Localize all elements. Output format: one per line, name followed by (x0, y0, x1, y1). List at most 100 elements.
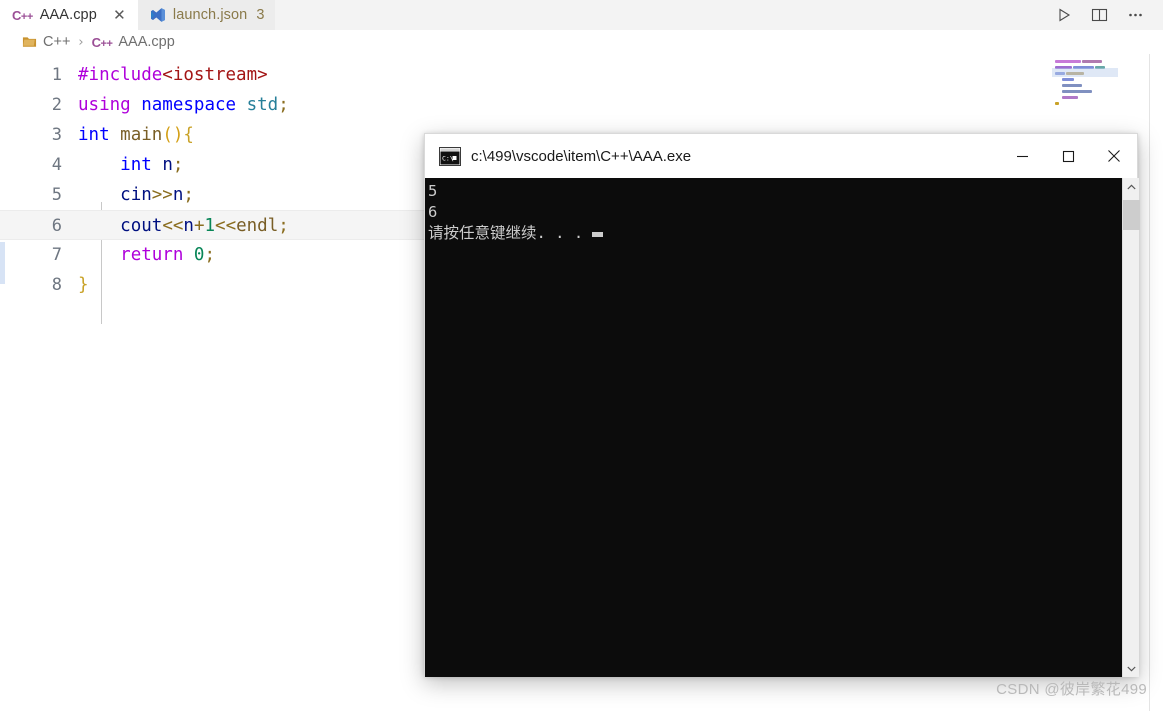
minimap-segment (1082, 60, 1102, 63)
editor-actions (1054, 0, 1163, 30)
code-token: main (120, 125, 163, 145)
minimap-slider[interactable] (1052, 68, 1118, 77)
code-token: () (162, 125, 184, 145)
code-token: n (172, 185, 184, 205)
line-number: 1 (51, 65, 62, 85)
console-line: 请按任意键继续. . . (428, 223, 1111, 244)
maximize-button[interactable] (1045, 134, 1091, 178)
line-content: using namespace std; (78, 90, 1040, 120)
folder-icon-svg (22, 37, 37, 47)
cmd-icon-svg: C:\ (439, 146, 461, 166)
tab-launch-json[interactable]: launch.json 3 (137, 0, 276, 30)
code-token: return (120, 245, 184, 265)
console-line: 6 (428, 203, 438, 221)
line-number: 3 (51, 125, 62, 145)
minimap-row (1055, 78, 1105, 83)
code-token: namespace (141, 95, 237, 115)
console-output-area[interactable]: 5 6 请按任意键继续. . . (425, 178, 1140, 677)
code-token: <iostream> (162, 65, 268, 85)
code-token: ; (278, 95, 289, 115)
scroll-up-icon[interactable] (1123, 178, 1140, 195)
code-token: >> (151, 185, 173, 205)
scroll-down-icon[interactable] (1123, 660, 1140, 677)
minimap-row (1055, 84, 1105, 89)
cmd-console-icon: C:\ (439, 146, 471, 166)
code-token: 1 (204, 216, 216, 236)
line-number: 8 (51, 275, 62, 295)
minimize-button[interactable] (999, 134, 1045, 178)
code-token: std (246, 95, 279, 115)
minimap-segment (1062, 84, 1082, 87)
code-token: ; (183, 185, 194, 205)
line-number: 5 (51, 185, 62, 205)
cpp-file-icon: C++ (91, 34, 113, 50)
code-token: #include (78, 65, 163, 85)
line-number: 6 (51, 216, 62, 236)
more-actions-icon[interactable] (1126, 6, 1145, 25)
close-icon[interactable]: ✕ (112, 7, 127, 23)
close-icon (1108, 150, 1120, 162)
vscode-logo-svg (150, 8, 165, 22)
vscode-window: C++ AAA.cpp ✕ launch.json 3 C++ › C++ AA… (0, 0, 1163, 711)
console-window[interactable]: C:\ c:\499\vscode\item\C++\AAA.exe 5 6 请… (424, 133, 1140, 677)
csdn-watermark: CSDN @彼岸繁花499 (996, 681, 1147, 698)
breadcrumb: C++ › C++ AAA.cpp (0, 30, 1163, 54)
breadcrumb-file[interactable]: AAA.cpp (118, 34, 174, 50)
run-code-icon[interactable] (1054, 6, 1073, 25)
code-token: ; (278, 216, 289, 236)
code-token: int (120, 155, 152, 175)
code-token: int (78, 125, 110, 145)
code-line[interactable]: 2 using namespace std; (0, 90, 1040, 120)
folder-icon (22, 35, 37, 49)
minimap-segment (1055, 78, 1061, 81)
vscode-json-icon (150, 7, 166, 23)
minimap-segment (1062, 78, 1074, 81)
tab-label: AAA.cpp (39, 7, 97, 23)
console-title-bar[interactable]: C:\ c:\499\vscode\item\C++\AAA.exe (425, 134, 1137, 178)
line-number: 2 (51, 95, 62, 115)
breadcrumb-separator: › (78, 34, 84, 50)
minimap-segment (1055, 90, 1061, 93)
console-line: 5 (428, 182, 438, 200)
minimap-segment (1062, 90, 1092, 93)
window-controls (999, 134, 1137, 178)
code-token: } (78, 275, 89, 295)
code-token: << (215, 216, 237, 236)
editor-scrollbar[interactable] (1150, 54, 1163, 711)
code-token: << (162, 216, 184, 236)
minimap-segment (1055, 60, 1081, 63)
minimap-row (1055, 102, 1105, 107)
minimap-row (1055, 96, 1105, 101)
code-token: n (162, 155, 173, 175)
minimap-segment (1062, 96, 1078, 99)
code-line[interactable]: 1 #include<iostream> (0, 60, 1040, 90)
scrollbar-thumb[interactable] (1123, 200, 1140, 230)
minimap-segment (1055, 84, 1061, 87)
console-title-text: c:\499\vscode\item\C++\AAA.exe (471, 147, 692, 165)
close-button[interactable] (1091, 134, 1137, 178)
console-cursor (592, 232, 604, 237)
minimap-segment (1055, 96, 1061, 99)
code-token: { (183, 125, 194, 145)
tab-aaa-cpp[interactable]: C++ AAA.cpp ✕ (0, 0, 138, 30)
minimize-icon (1016, 155, 1028, 157)
code-token: endl (236, 216, 279, 236)
code-token: cin (120, 185, 152, 205)
console-output-text: 5 6 请按任意键继续. . . (428, 181, 1111, 244)
code-token: ; (172, 155, 184, 175)
console-scrollbar[interactable] (1122, 178, 1140, 677)
code-token: using (78, 95, 131, 115)
minimap-segment (1055, 102, 1059, 105)
breadcrumb-folder[interactable]: C++ (43, 34, 70, 50)
code-token: ; (204, 245, 216, 265)
split-editor-icon[interactable] (1090, 6, 1109, 25)
code-token: + (193, 216, 205, 236)
minimap-row (1055, 60, 1105, 65)
svg-text:C:\: C:\ (442, 154, 454, 162)
